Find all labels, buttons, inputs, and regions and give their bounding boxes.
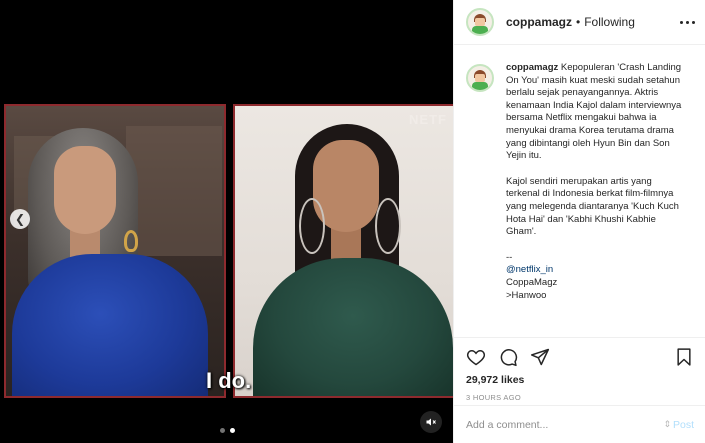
- caption-paragraph: Kepopuleran 'Crash Landing On You' masih…: [506, 62, 682, 162]
- hoop-earring: [375, 198, 401, 254]
- caption-credit: CoppaMagz: [506, 276, 558, 288]
- send-icon[interactable]: [530, 347, 550, 367]
- background-shelf: [126, 126, 222, 256]
- mention-link[interactable]: @netflix_in: [506, 264, 686, 277]
- netflix-watermark: NETF: [409, 112, 447, 127]
- avatar[interactable]: [466, 8, 494, 36]
- more-options-icon[interactable]: [680, 20, 695, 24]
- post-timestamp[interactable]: 3 HOURS AGO: [466, 393, 694, 402]
- post-comment-button[interactable]: ⇕ Post: [663, 419, 694, 431]
- post-caption: coppamagz Kepopuleran 'Crash Landing On …: [454, 46, 705, 336]
- likes-count[interactable]: 29,972 likes: [466, 374, 694, 386]
- comment-input[interactable]: [466, 418, 664, 431]
- video-frame-left: [4, 104, 226, 398]
- carousel-prev-button[interactable]: ❮: [10, 209, 30, 229]
- avatar[interactable]: [466, 64, 494, 92]
- header-username[interactable]: coppamagz: [506, 15, 572, 29]
- follow-status-button[interactable]: Following: [584, 15, 635, 29]
- caption-text: coppamagz Kepopuleran 'Crash Landing On …: [506, 62, 686, 302]
- caption-username[interactable]: coppamagz: [506, 62, 558, 73]
- carousel-dot-active: [230, 428, 235, 433]
- mute-button[interactable]: [420, 411, 442, 433]
- post-media[interactable]: NETF I do. ❮: [0, 0, 453, 443]
- post-side-panel: coppamagz • Following coppamagz Kepopule…: [453, 0, 705, 443]
- bookmark-icon[interactable]: [674, 347, 694, 367]
- sort-icon: ⇕: [663, 419, 671, 429]
- comment-bar: ⇕ Post: [454, 405, 705, 443]
- post-button-label: Post: [672, 418, 694, 431]
- carousel-dot: [220, 428, 225, 433]
- video-frame-right: NETF: [233, 104, 453, 398]
- earring: [124, 230, 138, 252]
- comment-icon[interactable]: [498, 347, 518, 367]
- post-actions: 29,972 likes 3 HOURS AGO: [454, 337, 705, 402]
- caption-credit: >Hanwoo: [506, 289, 547, 301]
- caption-paragraph: Kajol sendiri merupakan artis yang terke…: [506, 175, 679, 238]
- post-header: coppamagz • Following: [454, 0, 705, 45]
- person-body: [12, 254, 208, 396]
- caption-dashes: --: [506, 251, 513, 263]
- hoop-earring: [299, 198, 325, 254]
- person-body: [253, 258, 453, 396]
- person-face: [54, 146, 116, 234]
- header-separator: •: [576, 15, 581, 29]
- mute-icon: [426, 418, 436, 426]
- chevron-left-icon: ❮: [14, 212, 26, 226]
- heart-icon[interactable]: [466, 347, 486, 367]
- carousel-indicator: [220, 428, 235, 433]
- video-subtitle: I do.: [206, 368, 252, 393]
